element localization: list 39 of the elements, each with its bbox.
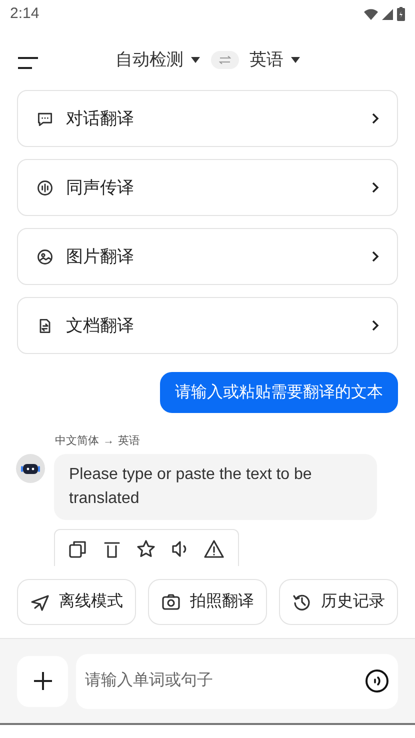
- arrow-label: →: [103, 434, 114, 449]
- quick-action-button[interactable]: 历史记录: [279, 579, 398, 625]
- camera-icon: [161, 592, 181, 612]
- feature-card[interactable]: 图片翻译: [17, 228, 398, 285]
- target-language-label: 英语: [118, 434, 140, 449]
- source-language-selector[interactable]: 自动检测: [116, 47, 200, 73]
- wifi-icon: [364, 8, 378, 20]
- quick-action-button[interactable]: 离线模式: [17, 579, 136, 625]
- plus-icon: [34, 672, 52, 690]
- text-input-field[interactable]: 请输入单词或句子: [76, 654, 398, 708]
- star-icon[interactable]: [136, 538, 156, 558]
- chevron-right-icon: [372, 320, 379, 331]
- target-language-selector[interactable]: 英语: [250, 47, 300, 73]
- bot-message-bubble: Please type or paste the text to be translated: [54, 454, 377, 520]
- swap-icon: [218, 56, 230, 64]
- menu-icon[interactable]: [18, 57, 38, 69]
- source-language-label: 中文简体: [55, 434, 99, 449]
- sound-wave-icon: [36, 178, 54, 196]
- battery-icon: [397, 7, 405, 21]
- chevron-right-icon: [372, 182, 379, 193]
- signal-icon: [382, 8, 393, 20]
- user-message-bubble: 请输入或粘贴需要翻译的文本: [160, 372, 398, 413]
- robot-avatar-icon: [16, 454, 45, 482]
- feature-card[interactable]: 文档翻译: [17, 297, 398, 354]
- chevron-right-icon: [372, 251, 379, 262]
- feature-card[interactable]: 同声传译: [17, 159, 398, 216]
- warning-icon[interactable]: [204, 538, 224, 558]
- swap-button[interactable]: [210, 51, 238, 69]
- copy-icon[interactable]: [68, 538, 88, 558]
- feature-card[interactable]: 对话翻译: [17, 90, 398, 147]
- history-icon: [292, 592, 312, 612]
- caret-icon: [190, 57, 200, 63]
- add-button[interactable]: [17, 656, 68, 706]
- caret-icon: [290, 57, 300, 63]
- chevron-right-icon: [372, 113, 379, 124]
- image-icon: [36, 248, 54, 266]
- voice-icon[interactable]: [365, 668, 389, 692]
- status-time: 2:14: [10, 4, 40, 24]
- quick-action-button[interactable]: 拍照翻译: [148, 579, 267, 625]
